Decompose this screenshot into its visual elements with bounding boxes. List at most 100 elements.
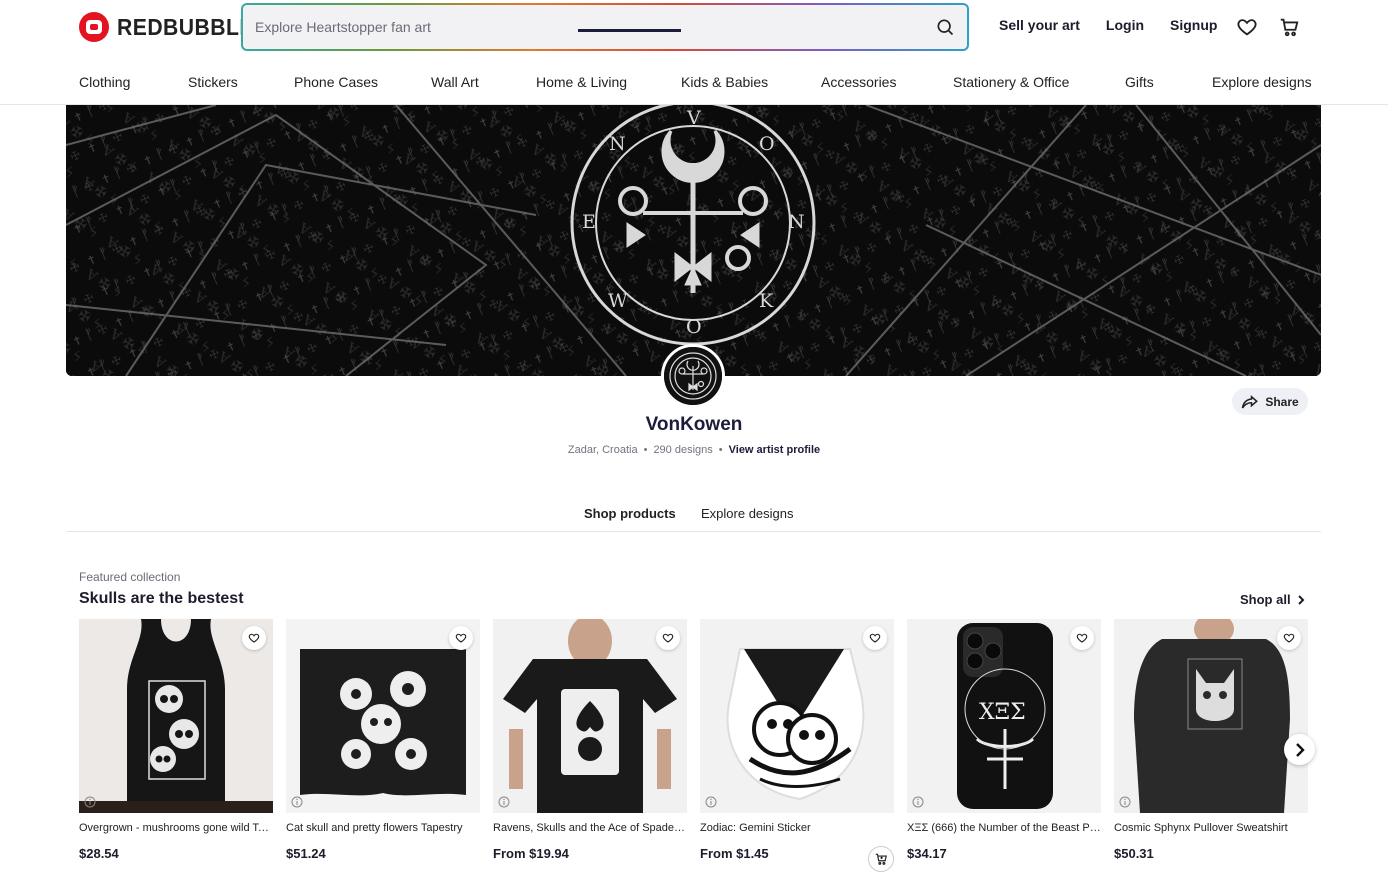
product-image[interactable] — [79, 619, 273, 813]
nav-item-accessories[interactable]: Accessories — [821, 74, 896, 90]
shop-all-link[interactable]: Shop all — [1240, 592, 1305, 607]
info-icon[interactable] — [912, 796, 924, 808]
banner-artwork: ✝ ᚠ ☩ Ɐ ✠ ϟ — [66, 105, 1321, 376]
artist-design-count: 290 designs — [653, 444, 713, 456]
product-image[interactable] — [286, 619, 480, 813]
info-icon[interactable] — [84, 796, 96, 808]
artist-meta: Zadar, Croatia • 290 designs • View artist p… — [0, 444, 1388, 456]
featured-collection-label: Featured collection — [79, 570, 181, 584]
active-tab-indicator — [578, 29, 681, 32]
product-price: From $19.94 — [493, 846, 569, 861]
chevron-right-icon — [1297, 594, 1304, 605]
artist-name: VonKowen — [645, 414, 743, 435]
chevron-right-icon — [1295, 742, 1305, 757]
product-image[interactable] — [493, 619, 687, 813]
product-card[interactable]: ΧΞΣ ΧΞΣ (666) the Number of the Beast Ph… — [907, 619, 1101, 861]
avatar-sigil-icon — [664, 347, 722, 405]
top-icons — [1236, 16, 1300, 38]
heart-icon[interactable] — [1236, 16, 1258, 38]
artist-location: Zadar, Croatia — [567, 444, 638, 456]
product-card[interactable]: Zodiac: Gemini Sticker From $1.45 — [700, 619, 894, 861]
share-button[interactable]: Share — [1232, 388, 1308, 415]
product-image[interactable] — [1114, 619, 1308, 813]
svg-text:W: W — [608, 290, 628, 312]
add-to-cart-button[interactable] — [868, 846, 894, 872]
cart-icon — [875, 853, 887, 865]
favorite-button[interactable] — [656, 626, 680, 650]
info-icon[interactable] — [498, 796, 510, 808]
favorite-button[interactable] — [242, 626, 266, 650]
sell-your-art-link[interactable]: Sell your art — [999, 17, 1080, 33]
nav-item-gifts[interactable]: Gifts — [1125, 74, 1154, 90]
logo-mark-icon — [79, 12, 109, 42]
product-price: $51.24 — [286, 846, 326, 861]
product-image[interactable]: ΧΞΣ — [907, 619, 1101, 813]
logo-text: REDBUBBLE — [117, 13, 254, 40]
share-label: Share — [1265, 394, 1299, 409]
nav-item-kids-babies[interactable]: Kids & Babies — [681, 74, 768, 90]
heart-icon — [662, 633, 674, 643]
share-icon — [1242, 394, 1259, 408]
top-links: Sell your art Login Signup — [999, 17, 1217, 33]
favorite-button[interactable] — [863, 626, 887, 650]
nav-item-stickers[interactable]: Stickers — [188, 74, 238, 90]
product-title[interactable]: Ravens, Skulls and the Ace of Spades T-S… — [493, 822, 687, 834]
tab-shop-products[interactable]: Shop products — [584, 506, 676, 521]
svg-text:V: V — [686, 107, 701, 129]
product-price: $50.31 — [1114, 846, 1154, 861]
info-icon[interactable] — [1119, 796, 1131, 808]
nav-item-phone-cases[interactable]: Phone Cases — [294, 74, 378, 90]
nav-item-wall-art[interactable]: Wall Art — [431, 74, 479, 90]
shop-tabs: Shop products Explore designs — [66, 500, 1321, 532]
svg-text:O: O — [686, 316, 702, 338]
product-title[interactable]: Cosmic Sphynx Pullover Sweatshirt — [1114, 822, 1308, 834]
svg-text:O: O — [759, 133, 775, 155]
separator-dot: • — [718, 444, 723, 456]
heart-icon — [248, 633, 260, 643]
search-bar — [241, 3, 969, 51]
favorite-button[interactable] — [449, 626, 473, 650]
product-title[interactable]: Overgrown - mushrooms gone wild Tank Top — [79, 822, 273, 834]
product-card[interactable]: Cosmic Sphynx Pullover Sweatshirt $50.31 — [1114, 619, 1308, 861]
product-image[interactable] — [700, 619, 894, 813]
cart-icon[interactable] — [1278, 16, 1300, 38]
artist-banner: ✝ ᚠ ☩ Ɐ ✠ ϟ — [66, 105, 1321, 376]
nav-item-stationery-office[interactable]: Stationery & Office — [953, 74, 1069, 90]
info-icon[interactable] — [705, 796, 717, 808]
view-artist-profile-link[interactable]: View artist profile — [729, 444, 821, 456]
category-nav: Clothing Stickers Phone Cases Wall Art H… — [0, 56, 1388, 105]
svg-text:ΧΞΣ: ΧΞΣ — [979, 700, 1026, 725]
product-price: $34.17 — [907, 846, 947, 861]
favorite-button[interactable] — [1070, 626, 1094, 650]
nav-item-home-living[interactable]: Home & Living — [536, 74, 627, 90]
top-bar: REDBUBBLE Sell your art Login Signup — [0, 0, 1388, 56]
product-price: From $1.45 — [700, 846, 769, 861]
product-title[interactable]: Cat skull and pretty flowers Tapestry — [286, 822, 480, 834]
login-link[interactable]: Login — [1106, 17, 1144, 33]
separator-dot: • — [643, 444, 648, 456]
redbubble-logo[interactable]: REDBUBBLE — [79, 12, 266, 42]
search-input[interactable] — [255, 19, 935, 35]
artist-avatar[interactable] — [661, 344, 725, 408]
svg-text:E: E — [582, 211, 596, 233]
heart-icon — [1283, 633, 1295, 643]
product-card[interactable]: Overgrown - mushrooms gone wild Tank Top… — [79, 619, 273, 861]
product-title[interactable]: ΧΞΣ (666) the Number of the Beast Phone … — [907, 822, 1101, 834]
tab-explore-designs[interactable]: Explore designs — [701, 506, 794, 521]
search-icon[interactable] — [935, 17, 955, 37]
carousel-next-button[interactable] — [1284, 734, 1315, 765]
svg-text:N: N — [788, 211, 805, 233]
favorite-button[interactable] — [1277, 626, 1301, 650]
featured-collection-title: Skulls are the bestest — [79, 590, 244, 607]
nav-item-clothing[interactable]: Clothing — [79, 74, 130, 90]
info-icon[interactable] — [291, 796, 303, 808]
nav-item-explore-designs[interactable]: Explore designs — [1212, 74, 1312, 90]
product-card[interactable]: Cat skull and pretty flowers Tapestry $5… — [286, 619, 480, 861]
product-card[interactable]: Ravens, Skulls and the Ace of Spades T-S… — [493, 619, 687, 861]
heart-icon — [1076, 633, 1088, 643]
svg-text:N: N — [609, 133, 626, 155]
product-title[interactable]: Zodiac: Gemini Sticker — [700, 822, 894, 834]
shop-all-label: Shop all — [1240, 592, 1291, 607]
product-price: $28.54 — [79, 846, 119, 861]
signup-link[interactable]: Signup — [1170, 17, 1217, 33]
